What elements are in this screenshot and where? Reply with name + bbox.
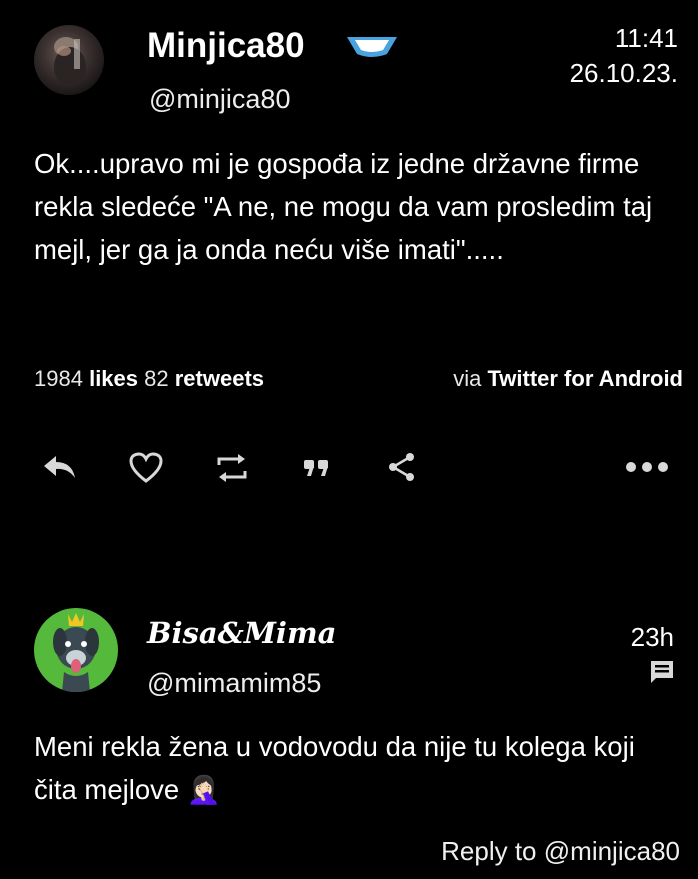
likes-count: 1984 [34, 366, 83, 391]
share-icon[interactable] [386, 451, 418, 483]
retweet-icon[interactable] [215, 453, 249, 483]
avatar[interactable] [34, 608, 118, 692]
verified-badge-icon [345, 34, 399, 63]
tweet-text: Ok....upravo mi je gospođa iz jedne drža… [34, 148, 653, 265]
user-handle[interactable]: @mimamim85 [147, 668, 321, 699]
quote-icon[interactable] [303, 458, 331, 478]
retweets-label: retweets [174, 366, 265, 391]
tweet-time: 11:41 [614, 23, 678, 53]
client-name[interactable]: Twitter for Android [487, 366, 683, 391]
reply-time: 23h [630, 622, 674, 652]
reply-text: Meni rekla žena u vodovodu da nije tu ko… [34, 725, 674, 811]
likes-label: likes [89, 366, 139, 391]
display-name[interactable]: Bisa&Mima [147, 616, 336, 650]
via-label: via [453, 366, 482, 391]
avatar[interactable] [34, 25, 104, 95]
reply-icon[interactable] [42, 452, 78, 482]
comment-icon[interactable] [648, 658, 676, 691]
tweet-date: 26.10.23. [569, 58, 678, 88]
reply-to: Reply to @minjica80 [441, 836, 680, 867]
heart-icon[interactable] [129, 452, 163, 484]
avatar-image [53, 613, 99, 692]
tweet-client: via Twitter for Android [453, 366, 683, 392]
more-icon[interactable] [624, 460, 670, 474]
retweets-count: 82 [144, 366, 169, 391]
tweet-stats: 1984 likes 82 retweets [34, 366, 264, 392]
reply-text-content: Meni rekla žena u vodovodu da nije tu ko… [34, 731, 635, 805]
user-handle[interactable]: @minjica80 [149, 84, 290, 115]
reply-to-handle[interactable]: @minjica80 [544, 836, 680, 866]
display-name[interactable]: Minjica80 [147, 26, 305, 66]
facepalm-emoji: 🤦🏻‍♀️ [186, 774, 222, 805]
avatar-image [54, 37, 86, 87]
reply-to-label: Reply to [441, 836, 537, 866]
